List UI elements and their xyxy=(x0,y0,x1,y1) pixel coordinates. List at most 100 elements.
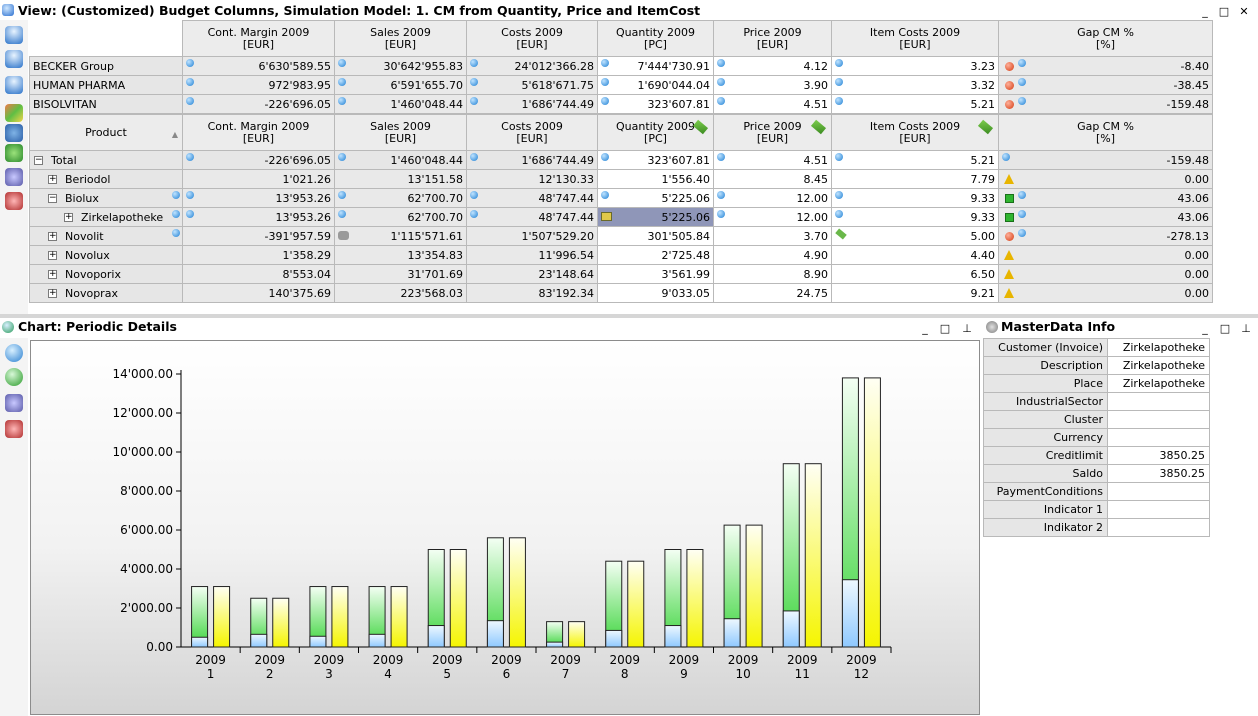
column-header[interactable]: Quantity 2009 [PC] xyxy=(597,114,714,151)
minimize-button[interactable]: _ xyxy=(1198,3,1212,21)
table-cell[interactable]: -159.48 xyxy=(998,150,1213,170)
table-cell[interactable]: 5'618'671.75 xyxy=(466,75,598,95)
chart-minimize-button[interactable]: _ xyxy=(918,320,932,338)
table-cell[interactable]: 83'192.34 xyxy=(466,283,598,303)
expand-toggle-icon[interactable]: − xyxy=(48,194,57,203)
table-cell[interactable]: 24.75 xyxy=(713,283,832,303)
table-cell[interactable]: 323'607.81 xyxy=(597,94,714,114)
table-cell[interactable]: 1'358.29 xyxy=(182,245,335,265)
table-row[interactable]: − Biolux 13'953.26 62'700.70 48'747.44 5'225.… xyxy=(29,188,1213,208)
product-tree-node[interactable]: + Novolux xyxy=(29,245,183,265)
masterdata-row[interactable]: Customer (Invoice) Zirkelapotheke xyxy=(983,338,1210,357)
table-cell[interactable]: 31'701.69 xyxy=(334,264,467,284)
table-cell[interactable]: 2'725.48 xyxy=(597,245,714,265)
table-cell[interactable]: 7.79 xyxy=(831,169,999,189)
masterdata-value[interactable] xyxy=(1107,500,1210,519)
gears-icon[interactable] xyxy=(5,394,23,412)
table-row[interactable]: − Total -226'696.05 1'460'048.44 1'686'744.4… xyxy=(29,150,1213,170)
table-cell[interactable]: 1'115'571.61 xyxy=(334,226,467,246)
table-row[interactable]: + Beriodol 1'021.26 13'151.58 12'130.33 1'556… xyxy=(29,169,1213,189)
table-cell[interactable]: 12.00 xyxy=(713,207,832,227)
table-cell[interactable]: 12'130.33 xyxy=(466,169,598,189)
row-label[interactable]: BISOLVITAN xyxy=(29,94,183,114)
table-cell[interactable]: -226'696.05 xyxy=(182,94,335,114)
table-cell[interactable]: 5.00 xyxy=(831,226,999,246)
table-row[interactable]: + Novolux 1'358.29 13'354.83 11'996.54 2'725.… xyxy=(29,245,1213,265)
table-cell[interactable]: 11'996.54 xyxy=(466,245,598,265)
masterdata-value[interactable] xyxy=(1107,482,1210,501)
product-tree-node[interactable]: + Novoprax xyxy=(29,283,183,303)
table-cell[interactable]: 7'444'730.91 xyxy=(597,56,714,76)
product-tree-node[interactable]: − Biolux xyxy=(29,188,183,208)
table-cell[interactable]: 3.70 xyxy=(713,226,832,246)
table-grid-icon[interactable] xyxy=(5,104,23,122)
chart-maximize-button[interactable]: □ xyxy=(938,320,952,338)
table-cell[interactable]: 1'686'744.49 xyxy=(466,94,598,114)
table-cell[interactable]: 0.00 xyxy=(998,264,1213,284)
masterdata-pin-button[interactable]: ⊥ xyxy=(1239,320,1253,338)
column-header[interactable]: Price 2009 [EUR] xyxy=(713,114,832,151)
masterdata-maximize-button[interactable]: □ xyxy=(1218,320,1232,338)
table-row[interactable]: + Novoprax 140'375.69 223'568.03 83'192.34 9'… xyxy=(29,283,1213,303)
column-header[interactable]: Cont. Margin 2009 [EUR] xyxy=(182,20,335,57)
product-tree-node[interactable]: + Zirkelapotheke xyxy=(29,207,183,227)
product-tree-node[interactable]: − Total xyxy=(29,150,183,170)
table-cell[interactable]: -391'957.59 xyxy=(182,226,335,246)
table-cell[interactable]: 5'225.06 xyxy=(597,207,714,227)
masterdata-value[interactable] xyxy=(1107,392,1210,411)
table-cell[interactable]: 1'507'529.20 xyxy=(466,226,598,246)
maximize-button[interactable]: □ xyxy=(1217,3,1231,21)
masterdata-value[interactable] xyxy=(1107,518,1210,537)
table-cell[interactable]: 6'591'655.70 xyxy=(334,75,467,95)
table-cell[interactable]: 12.00 xyxy=(713,188,832,208)
masterdata-row[interactable]: PaymentConditions xyxy=(983,482,1210,501)
table-cell[interactable]: 5'225.06 xyxy=(597,188,714,208)
table-cell[interactable]: 3.23 xyxy=(831,56,999,76)
table-cell[interactable]: 62'700.70 xyxy=(334,188,467,208)
column-header[interactable]: Quantity 2009 [PC] xyxy=(597,20,714,57)
table-row[interactable]: HUMAN PHARMA 972'983.95 6'591'655.70 5'6… xyxy=(29,75,1213,95)
table-cell[interactable]: 13'354.83 xyxy=(334,245,467,265)
row-label[interactable]: HUMAN PHARMA xyxy=(29,75,183,95)
table-cell[interactable]: 972'983.95 xyxy=(182,75,335,95)
table-cell[interactable]: 8.90 xyxy=(713,264,832,284)
column-header[interactable]: Gap CM % [%] xyxy=(998,20,1213,57)
table-cell[interactable]: 9.33 xyxy=(831,207,999,227)
pie-chart-icon[interactable] xyxy=(5,368,23,386)
chart-pin-button[interactable]: ⊥ xyxy=(960,320,974,338)
product-tree-node[interactable]: + Beriodol xyxy=(29,169,183,189)
table-cell[interactable]: 1'556.40 xyxy=(597,169,714,189)
table-cell[interactable]: 1'460'048.44 xyxy=(334,150,467,170)
masterdata-value[interactable]: Zirkelapotheke xyxy=(1107,338,1210,357)
table-cell[interactable]: 9.33 xyxy=(831,188,999,208)
table-cell[interactable]: -278.13 xyxy=(998,226,1213,246)
table-cell[interactable]: 0.00 xyxy=(998,245,1213,265)
table-row[interactable]: + Novoporix 8'553.04 31'701.69 23'148.64 3'56… xyxy=(29,264,1213,284)
table-cell[interactable]: 1'021.26 xyxy=(182,169,335,189)
table-cell[interactable]: -226'696.05 xyxy=(182,150,335,170)
table-cell[interactable]: 4.90 xyxy=(713,245,832,265)
pie-chart-icon[interactable] xyxy=(5,344,23,362)
table-cell[interactable]: 8'553.04 xyxy=(182,264,335,284)
table-cell[interactable]: -8.40 xyxy=(998,56,1213,76)
product-column-header[interactable]: Product ▲ xyxy=(29,114,183,151)
masterdata-value[interactable]: 3850.25 xyxy=(1107,446,1210,465)
column-header[interactable]: Price 2009 [EUR] xyxy=(713,20,832,57)
masterdata-row[interactable]: Description Zirkelapotheke xyxy=(983,356,1210,375)
fan-icon[interactable] xyxy=(5,124,23,142)
table-cell[interactable]: 5.21 xyxy=(831,150,999,170)
table-cell[interactable]: 0.00 xyxy=(998,169,1213,189)
table-cell[interactable]: 3.32 xyxy=(831,75,999,95)
masterdata-row[interactable]: Currency xyxy=(983,428,1210,447)
expand-toggle-icon[interactable]: + xyxy=(48,175,57,184)
table-cell[interactable]: 1'690'044.04 xyxy=(597,75,714,95)
expand-toggle-icon[interactable]: + xyxy=(48,270,57,279)
database-icon[interactable] xyxy=(5,50,23,68)
table-cell[interactable]: 9.21 xyxy=(831,283,999,303)
table-row[interactable]: + Novolit -391'957.59 1'115'571.61 1'507'529… xyxy=(29,226,1213,246)
table-cell[interactable]: 6.50 xyxy=(831,264,999,284)
table-cell[interactable]: 13'953.26 xyxy=(182,188,335,208)
table-cell[interactable]: 23'148.64 xyxy=(466,264,598,284)
masterdata-value[interactable] xyxy=(1107,410,1210,429)
table-cell[interactable]: 9'033.05 xyxy=(597,283,714,303)
